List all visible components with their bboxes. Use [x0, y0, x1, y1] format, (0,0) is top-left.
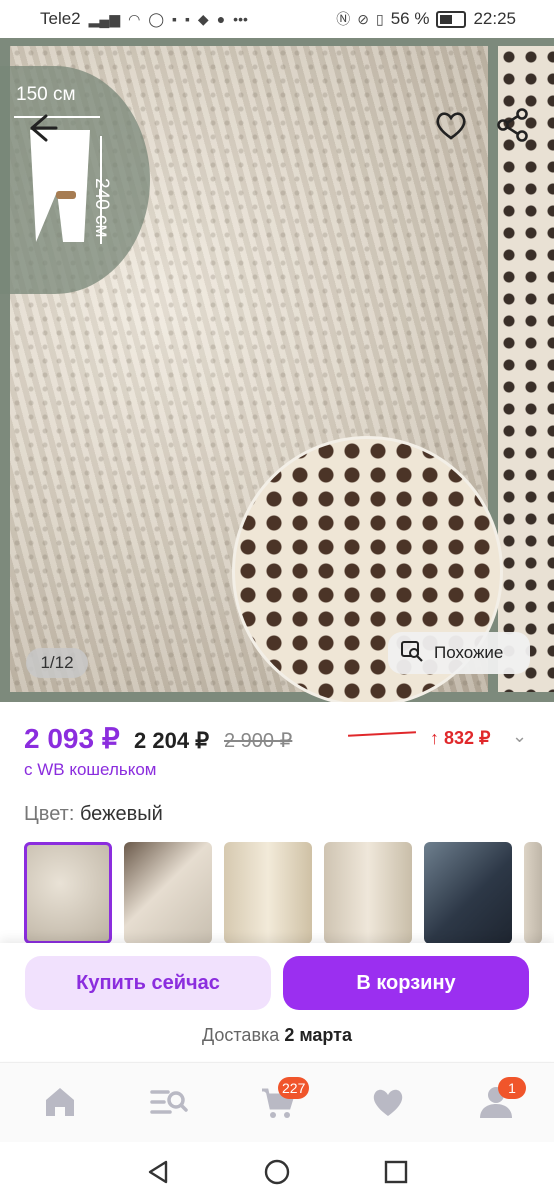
signal-icon: ▂▄▆	[88, 10, 121, 27]
image-search-icon	[400, 639, 424, 668]
system-back-icon[interactable]	[144, 1158, 172, 1191]
product-image-gallery[interactable]: 150 см 240 см	[0, 38, 554, 702]
price-old: 2 900 ₽	[224, 730, 293, 752]
wifi-icon: ◠	[128, 10, 141, 27]
favorites-heart-icon[interactable]	[366, 1080, 410, 1124]
whatsapp-icon: ◯	[148, 10, 164, 27]
size-width-label: 150 см	[16, 84, 76, 105]
back-arrow-icon[interactable]	[22, 108, 62, 148]
delivery-info: Доставка 2 марта	[0, 1025, 554, 1046]
mute-icon: ⊘	[357, 10, 369, 27]
price-increase-value: 832 ₽	[444, 728, 491, 748]
delivery-date: 2 марта	[284, 1025, 352, 1045]
wallet-label[interactable]: с WB кошельком	[24, 760, 157, 780]
vibrate-icon: ▯	[375, 10, 384, 27]
red-scribble	[347, 731, 417, 737]
delivery-label: Доставка	[201, 1025, 280, 1045]
color-label: Цвет:	[24, 803, 75, 825]
color-thumb-4[interactable]	[324, 842, 412, 944]
cart-badge: 227	[278, 1077, 310, 1099]
color-selector-label: Цвет: бежевый	[24, 803, 163, 826]
color-thumb-5[interactable]	[424, 842, 512, 944]
home-icon[interactable]	[38, 1080, 82, 1124]
price-secondary: 2 204 ₽	[134, 728, 210, 753]
similar-button[interactable]: Похожие	[388, 632, 530, 674]
clock: 22:25	[473, 9, 516, 28]
color-thumbnails	[24, 842, 542, 944]
price-increase[interactable]: ↑ 832 ₽	[430, 728, 491, 749]
add-to-cart-button[interactable]: В корзину	[283, 956, 529, 1010]
color-thumb-6[interactable]	[524, 842, 542, 944]
share-icon[interactable]	[492, 104, 534, 146]
globe-icon: ●	[216, 11, 226, 27]
arrow-up-icon: ↑	[430, 728, 439, 748]
page-indicator: 1/12	[26, 648, 88, 678]
profile-badge: 1	[498, 1077, 526, 1099]
catalog-search-icon[interactable]	[146, 1080, 190, 1124]
status-right: Ⓝ ⊘ ▯ 56 % 22:25	[336, 9, 516, 29]
status-left: Tele2 ▂▄▆ ◠ ◯ ▪ ▪ ◆ ● •••	[40, 9, 248, 29]
color-value: бежевый	[79, 803, 163, 825]
buy-now-button[interactable]: Купить сейчас	[25, 956, 271, 1010]
carrier-name: Tele2	[40, 9, 81, 28]
mir-icon: ▪	[184, 11, 190, 27]
more-dots-icon: •••	[233, 11, 248, 27]
app-icon: ▪	[171, 11, 177, 27]
status-bar: Tele2 ▂▄▆ ◠ ◯ ▪ ▪ ◆ ● ••• Ⓝ ⊘ ▯ 56 % 22:…	[0, 0, 554, 38]
chevron-down-icon[interactable]: ⌄	[512, 726, 527, 747]
battery-icon	[436, 10, 467, 28]
color-thumb-1[interactable]	[24, 842, 112, 944]
system-recents-icon[interactable]	[382, 1158, 410, 1191]
system-navigation-bar	[0, 1142, 554, 1200]
price-main: 2 093 ₽	[24, 723, 120, 754]
color-thumb-3[interactable]	[224, 842, 312, 944]
battery-percent: 56 %	[390, 9, 430, 28]
nfc-icon: Ⓝ	[336, 11, 351, 27]
favorite-heart-icon[interactable]	[430, 104, 472, 146]
tieback-icon	[56, 191, 76, 199]
size-height-label: 240 см	[91, 178, 112, 238]
box-icon: ◆	[197, 10, 209, 27]
color-thumb-2[interactable]	[124, 842, 212, 944]
system-home-icon[interactable]	[263, 1158, 291, 1191]
similar-label: Похожие	[434, 643, 504, 662]
